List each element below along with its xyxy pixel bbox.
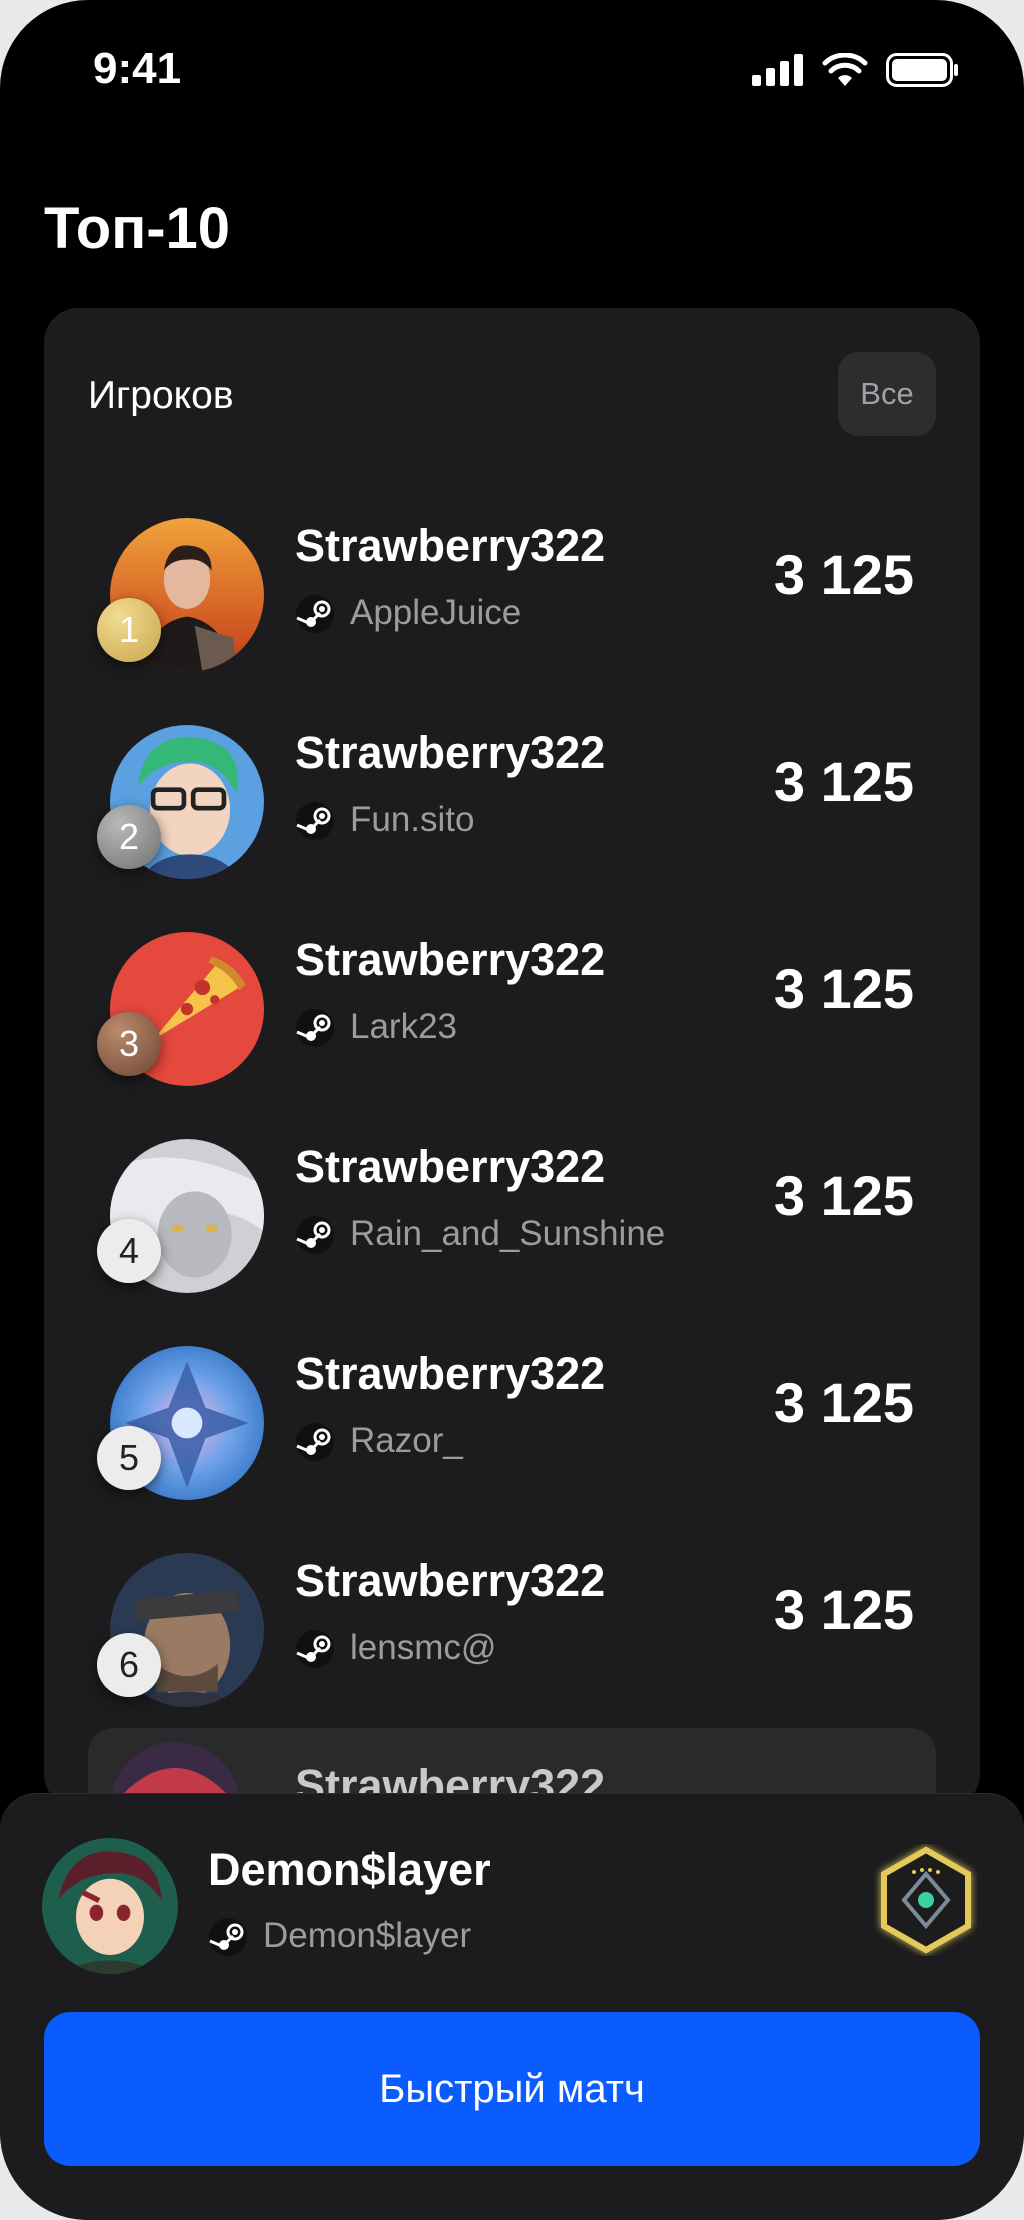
user-steam-username: Demon$layer (263, 1916, 472, 1955)
player-score: 3 125 (773, 1371, 914, 1434)
wifi-icon (822, 53, 868, 86)
current-user-panel: Demon$layer Demon$layer Быстрый матч (0, 1793, 1024, 2220)
steam-icon (296, 1009, 334, 1047)
leaderboard-row[interactable]: 2 Strawberry322 Fun.sito 3 125 (44, 705, 980, 895)
steam-username: lensmc@ (350, 1628, 497, 1667)
rank-badge: 4 (97, 1219, 161, 1283)
steam-icon (296, 595, 334, 633)
player-score: 3 125 (773, 1578, 914, 1641)
status-time: 9:41 (93, 44, 182, 93)
leaderboard-row[interactable]: 1 Strawberry322 AppleJuice 3 125 (44, 498, 980, 688)
player-score: 3 125 (773, 543, 914, 606)
rank-badge: 1 (97, 598, 161, 662)
page-title: Топ-10 (44, 196, 231, 261)
player-name: Strawberry322 (295, 727, 606, 778)
steam-username: Rain_and_Sunshine (350, 1214, 666, 1253)
leaderboard-row[interactable]: 3 Strawberry322 Lark23 3 125 (44, 912, 980, 1102)
player-score: 3 125 (773, 957, 914, 1020)
signal-icon (752, 54, 803, 86)
player-name: Strawberry322 (295, 1555, 606, 1606)
rank-badge: 6 (97, 1633, 161, 1697)
leaderboard-row[interactable]: 6 Strawberry322 lensmc@ 3 125 (44, 1533, 980, 1723)
app-screen: 9:41 Топ-10 Игроков Все 1 Strawberry322 … (0, 0, 1024, 2220)
steam-icon (296, 1216, 334, 1254)
leaderboard-row[interactable]: 4 Strawberry322 Rain_and_Sunshine 3 125 (44, 1119, 980, 1309)
player-name: Strawberry322 (295, 520, 606, 571)
player-name: Strawberry322 (295, 934, 606, 985)
steam-username: Fun.sito (350, 800, 475, 839)
steam-icon (296, 1423, 334, 1461)
status-icons (752, 52, 960, 88)
steam-username: AppleJuice (350, 593, 522, 632)
quick-match-button[interactable]: Быстрый матч (44, 2012, 980, 2166)
player-score: 3 125 (773, 1164, 914, 1227)
battery-icon (886, 53, 958, 87)
section-label: Игроков (88, 374, 234, 417)
rank-badge: 3 (97, 1012, 161, 1076)
player-name: Strawberry322 (295, 1141, 606, 1192)
player-score: 3 125 (773, 750, 914, 813)
leaderboard-card: Игроков Все 1 Strawberry322 AppleJuice 3… (44, 308, 980, 1808)
user-name: Demon$layer (208, 1844, 491, 1895)
steam-username: Lark23 (350, 1007, 458, 1046)
rank-badge: 2 (97, 805, 161, 869)
user-avatar[interactable] (42, 1838, 178, 1974)
steam-username: Razor_ (350, 1421, 463, 1460)
steam-icon (296, 802, 334, 840)
player-name: Strawberry322 (295, 1348, 606, 1399)
leaderboard-row[interactable]: 5 Strawberry322 Razor_ 3 125 (44, 1326, 980, 1516)
rank-hexagon-icon[interactable] (874, 1844, 978, 1956)
rank-badge: 5 (97, 1426, 161, 1490)
steam-icon (296, 1630, 334, 1668)
steam-icon (209, 1918, 247, 1956)
all-filter-button[interactable]: Все (838, 352, 936, 436)
